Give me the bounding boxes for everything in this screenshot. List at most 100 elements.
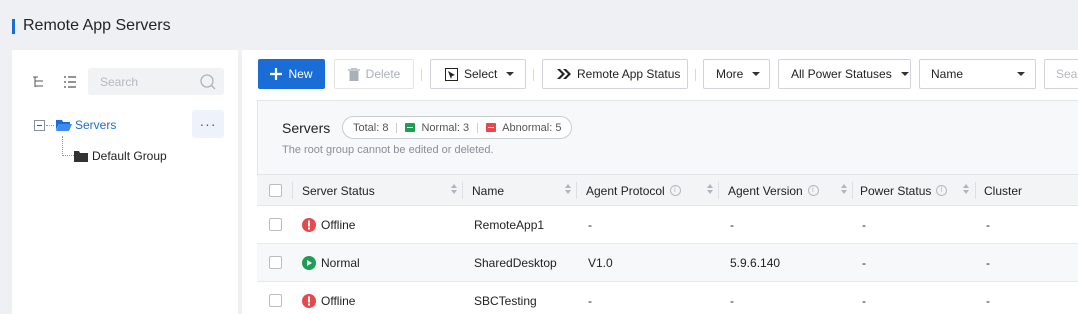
cell-version: - xyxy=(730,282,734,314)
servers-main-panel: New Delete Select Remote App Status More… xyxy=(242,50,1078,314)
chevron-down-icon xyxy=(1017,72,1025,76)
cell-text: SharedDesktop xyxy=(474,255,557,270)
power-status-filter[interactable]: All Power Statuses xyxy=(778,59,911,89)
remote-app-status-button[interactable]: Remote App Status xyxy=(542,59,688,89)
chevron-down-icon xyxy=(752,72,761,76)
table-row[interactable]: Offline RemoteApp1 - - - - xyxy=(257,206,1078,244)
column-header-cluster[interactable]: Cluster xyxy=(984,175,1022,206)
cell-power: - xyxy=(862,244,866,281)
cell-version: 5.9.6.140 xyxy=(730,244,780,281)
column-header-agent-version[interactable]: Agent Version xyxy=(728,175,819,206)
tree-more-button[interactable]: ··· xyxy=(192,110,224,138)
cell-cluster: - xyxy=(986,206,990,243)
column-header-name[interactable]: Name xyxy=(472,175,504,206)
expand-tree-icon[interactable] xyxy=(58,70,82,94)
root-group-note: The root group cannot be edited or delet… xyxy=(282,144,494,156)
column-header-server-status[interactable]: Server Status xyxy=(302,175,375,206)
play-status-icon xyxy=(302,255,316,270)
select-dropdown-button[interactable]: Select xyxy=(430,59,526,89)
tree-node-label: Servers xyxy=(75,118,117,132)
column-label: Agent Protocol xyxy=(586,183,665,198)
toolbar-divider xyxy=(421,69,422,81)
cell-text: V1.0 xyxy=(588,255,613,270)
sort-icon[interactable] xyxy=(707,184,713,194)
column-divider xyxy=(292,182,293,199)
tree-node-default-group[interactable]: Default Group xyxy=(74,145,167,167)
cell-text: RemoteApp1 xyxy=(474,217,545,232)
table-header: Server Status Name Agent Protocol Agent … xyxy=(257,174,1078,206)
trash-icon xyxy=(347,67,360,81)
row-checkbox[interactable] xyxy=(269,256,282,269)
tree-search-placeholder: Search xyxy=(100,75,139,89)
chevron-down-icon xyxy=(900,72,909,76)
stats-divider xyxy=(477,122,479,133)
sort-icon[interactable] xyxy=(565,184,571,194)
abnormal-count: Abnormal: 5 xyxy=(502,121,562,134)
column-label: Cluster xyxy=(984,183,1023,198)
folder-icon xyxy=(74,150,88,162)
table-row[interactable]: Normal SharedDesktop V1.0 5.9.6.140 - - xyxy=(257,244,1078,282)
column-divider xyxy=(576,182,577,199)
cell-text: - xyxy=(862,255,866,270)
cell-text: - xyxy=(986,255,990,270)
row-checkbox[interactable] xyxy=(269,218,282,231)
select-all-checkbox[interactable] xyxy=(269,184,282,197)
cell-text: 5.9.6.140 xyxy=(730,255,781,270)
page-title: Remote App Servers xyxy=(23,17,171,34)
server-stats-pill: Total: 8 Normal: 3 Abnormal: 5 xyxy=(342,116,573,139)
total-count: Total: 8 xyxy=(353,121,389,134)
column-divider xyxy=(462,182,463,199)
toolbar-divider xyxy=(695,69,696,81)
info-icon[interactable] xyxy=(936,185,948,196)
cell-protocol: V1.0 xyxy=(588,244,613,281)
column-label: Server Status xyxy=(302,183,375,198)
delete-button-label: Delete xyxy=(365,67,401,81)
cell-text: - xyxy=(730,293,734,308)
toolbar-divider xyxy=(533,69,534,81)
more-dropdown-button[interactable]: More xyxy=(703,59,770,89)
tree-node-label: Default Group xyxy=(92,149,167,163)
column-label: Agent Version xyxy=(728,183,803,198)
sort-icon[interactable] xyxy=(963,184,969,194)
search-icon[interactable] xyxy=(199,73,217,94)
stats-divider xyxy=(396,122,398,133)
cell-status: Normal xyxy=(302,244,360,281)
cell-text: Normal xyxy=(321,255,360,270)
column-divider xyxy=(718,182,719,199)
remote-app-status-label: Remote App Status xyxy=(577,67,681,81)
tree-connector xyxy=(62,155,74,156)
table-row[interactable]: Offline SBCTesting - - - - xyxy=(257,282,1078,314)
normal-count: Normal: 3 xyxy=(421,121,470,134)
row-checkbox[interactable] xyxy=(269,294,282,307)
tree-node-servers[interactable]: Servers xyxy=(56,114,116,136)
abnormal-server-icon xyxy=(486,123,497,132)
select-label: Select xyxy=(464,67,498,81)
chevron-down-icon xyxy=(506,72,515,76)
collapse-tree-icon[interactable] xyxy=(27,70,51,94)
select-cursor-icon xyxy=(445,67,458,81)
sort-icon[interactable] xyxy=(451,184,457,194)
tree-collapse-toggle[interactable] xyxy=(34,120,45,131)
folder-open-icon xyxy=(56,120,72,131)
info-icon[interactable] xyxy=(669,185,681,196)
sort-icon[interactable] xyxy=(841,184,847,194)
table-search-input[interactable]: Sea xyxy=(1044,59,1078,89)
tree-search-input[interactable]: Search xyxy=(88,68,224,95)
cell-text: Offline xyxy=(321,217,356,232)
column-header-power-status[interactable]: Power Status xyxy=(860,175,948,206)
cell-text: - xyxy=(730,217,734,232)
delete-button[interactable]: Delete xyxy=(334,59,414,89)
column-label: Name xyxy=(472,183,505,198)
column-label: Power Status xyxy=(860,183,932,198)
alert-status-icon xyxy=(302,293,316,308)
column-header-agent-protocol[interactable]: Agent Protocol xyxy=(586,175,681,206)
page-header: Remote App Servers xyxy=(0,0,1078,50)
tree-connector xyxy=(46,125,54,126)
cell-power: - xyxy=(862,282,866,314)
search-field-select[interactable]: Name xyxy=(919,59,1036,89)
new-button[interactable]: New xyxy=(258,59,325,89)
cell-cluster: - xyxy=(986,282,990,314)
cell-name: SharedDesktop xyxy=(474,244,557,281)
cell-protocol: - xyxy=(588,206,592,243)
info-icon[interactable] xyxy=(807,185,819,196)
